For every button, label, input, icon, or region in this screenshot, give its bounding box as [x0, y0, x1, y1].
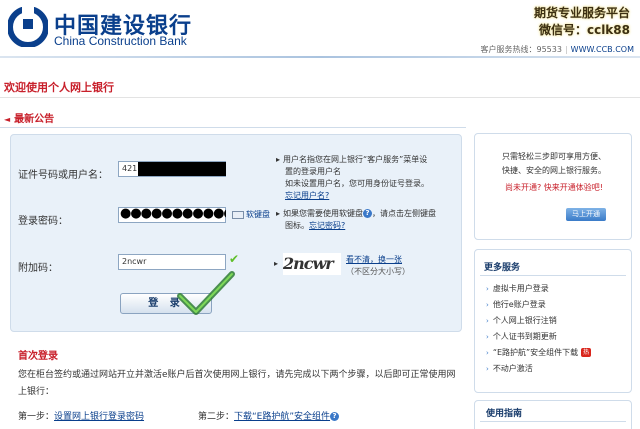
service-label: 不动户激活: [492, 364, 533, 373]
service-item[interactable]: › 虚拟卡用户登录: [486, 281, 591, 297]
captcha-help: 看不清，换一张 （不区分大小写）: [346, 254, 410, 278]
id-hint: ▸ 用户名指您在网上银行“客户服务”菜单设 置的登录用户名 如未设置用户名，您可用…: [276, 154, 462, 202]
service-item[interactable]: › 个人网上银行注销: [486, 313, 591, 329]
first-login-text: 您在柜台签约或通过网站开立并激活e账户后首次使用网上银行，请先完成以下两个步骤，…: [18, 370, 456, 397]
bank-name-en: China Construction Bank: [54, 34, 187, 48]
service-label: 他行e账户登录: [492, 300, 546, 309]
service-item[interactable]: › 不动户激活: [486, 361, 591, 377]
triangle-left-icon: ◄: [4, 115, 11, 124]
pwd-hint-line2: 图标。: [285, 221, 309, 230]
step1-link[interactable]: 设置网上银行登录密码: [54, 412, 144, 422]
guide-title: 使用指南: [486, 409, 523, 419]
not-open-link[interactable]: 尚未开通? 快来开通体验吧!: [484, 182, 624, 193]
captcha-note: （不区分大小写）: [346, 267, 410, 276]
arrow-right-icon: ›: [486, 349, 489, 357]
announcement-link[interactable]: ◄ 最新公告: [4, 110, 54, 125]
pwd-label: 登录密码：: [18, 216, 68, 227]
keyboard-icon: [232, 210, 244, 219]
forgot-password-link[interactable]: 忘记密码?: [309, 221, 345, 230]
site-url-link[interactable]: WWW.CCB.COM: [571, 45, 634, 54]
page-title: 欢迎使用个人网上银行: [4, 81, 114, 94]
promo-line1: 期货专业服务平台: [533, 6, 630, 20]
intro-line1: 只需轻松三步即可享用方便、: [502, 152, 606, 161]
step2-link[interactable]: 下载“E路护航”安全组件: [234, 412, 330, 422]
redacted-id: [138, 162, 226, 176]
hotline: 客户服务热线：95533 | WWW.CCB.COM: [480, 45, 635, 54]
extra-code-input[interactable]: 2ncwr: [118, 254, 226, 270]
pwd-hint-line1b: ，请点击左侧键盘: [372, 209, 437, 218]
services-list: › 虚拟卡用户登录 › 他行e账户登录 › 个人网上银行注销 › 个人证书到期更新 › “…: [486, 281, 592, 377]
forgot-username-link[interactable]: 忘记用户名?: [285, 191, 329, 200]
id-label: 证件号码或用户名：: [18, 170, 108, 181]
more-services-divider: [480, 275, 626, 276]
service-item[interactable]: › 个人证书到期更新: [486, 329, 591, 345]
more-services-title: 更多服务: [484, 263, 521, 273]
help-icon[interactable]: ?: [363, 209, 373, 218]
step2: 第二步：下载“E路护航”安全组件?: [198, 409, 340, 422]
guide-divider: [480, 421, 626, 422]
announcement-divider: [0, 127, 466, 128]
pwd-hint: ▸ 如果您需要使用软键盘? ，请点击左侧键盘 图标。忘记密码?: [276, 209, 437, 230]
id-hint-line3: 如未设置用户名，您可用身份证号登录。: [285, 179, 429, 188]
big-checkmark-icon: [177, 271, 235, 315]
password-dots: ●●●●●●●●●●●: [120, 208, 226, 221]
extra-code-label: 附加码：: [18, 263, 58, 274]
step1-label: 第一步：: [18, 412, 55, 422]
announcement-label: 最新公告: [14, 114, 55, 125]
header-divider: [0, 56, 640, 58]
first-login-title: 首次登录: [18, 351, 58, 362]
arrow-right-icon: ›: [486, 301, 489, 309]
step2-label: 第二步：: [198, 412, 235, 422]
service-label: 虚拟卡用户登录: [492, 284, 549, 293]
hot-badge: 热: [581, 348, 592, 357]
service-item[interactable]: › “E路护航”安全组件下载热: [486, 345, 592, 361]
service-label: 个人网上银行注销: [492, 316, 557, 325]
captcha-refresh-link[interactable]: 看不清，换一张: [346, 255, 402, 264]
soft-keyboard-button[interactable]: 软键盘: [232, 209, 270, 220]
id-hint-line2: 置的登录用户名: [285, 167, 341, 176]
promo-watermark: 期货专业服务平台 微信号：cclk88: [534, 5, 630, 39]
check-icon: ✔: [229, 252, 240, 266]
hotline-label: 客户服务热线：95533: [480, 45, 562, 54]
captcha-image[interactable]: 2ncwr: [283, 253, 341, 275]
promo-line2: 微信号：cclk88: [538, 23, 630, 37]
service-label: “E路护航”安全组件下载: [492, 348, 579, 357]
first-login-steps: 第一步：设置网上银行登录密码 第二步：下载“E路护航”安全组件?: [18, 409, 340, 422]
intro-line2: 快捷、安全的网上银行服务。: [502, 166, 606, 175]
id-hint-line1: 用户名指您在网上银行“客户服务”菜单设: [283, 155, 428, 164]
captcha-bullet: ▸: [274, 259, 279, 268]
pwd-hint-line1: 如果您需要使用软键盘: [283, 209, 364, 218]
service-label: 个人证书到期更新: [492, 332, 557, 341]
arrow-right-icon: ›: [486, 285, 489, 293]
open-service-intro: 只需轻松三步即可享用方便、 快捷、安全的网上银行服务。: [484, 150, 624, 178]
arrow-right-icon: ›: [486, 365, 489, 373]
open-now-button[interactable]: 马上开通: [566, 208, 606, 221]
arrow-right-icon: ›: [486, 317, 489, 325]
soft-keyboard-label: 软键盘: [246, 210, 270, 219]
title-divider: [0, 97, 640, 98]
ccb-logo-icon: [8, 7, 48, 47]
header: 中国建设银行 China Construction Bank 期货专业服务平台 …: [0, 0, 640, 58]
service-item[interactable]: › 他行e账户登录: [486, 297, 591, 313]
arrow-right-icon: ›: [486, 333, 489, 341]
step2-help-icon[interactable]: ?: [330, 412, 340, 421]
